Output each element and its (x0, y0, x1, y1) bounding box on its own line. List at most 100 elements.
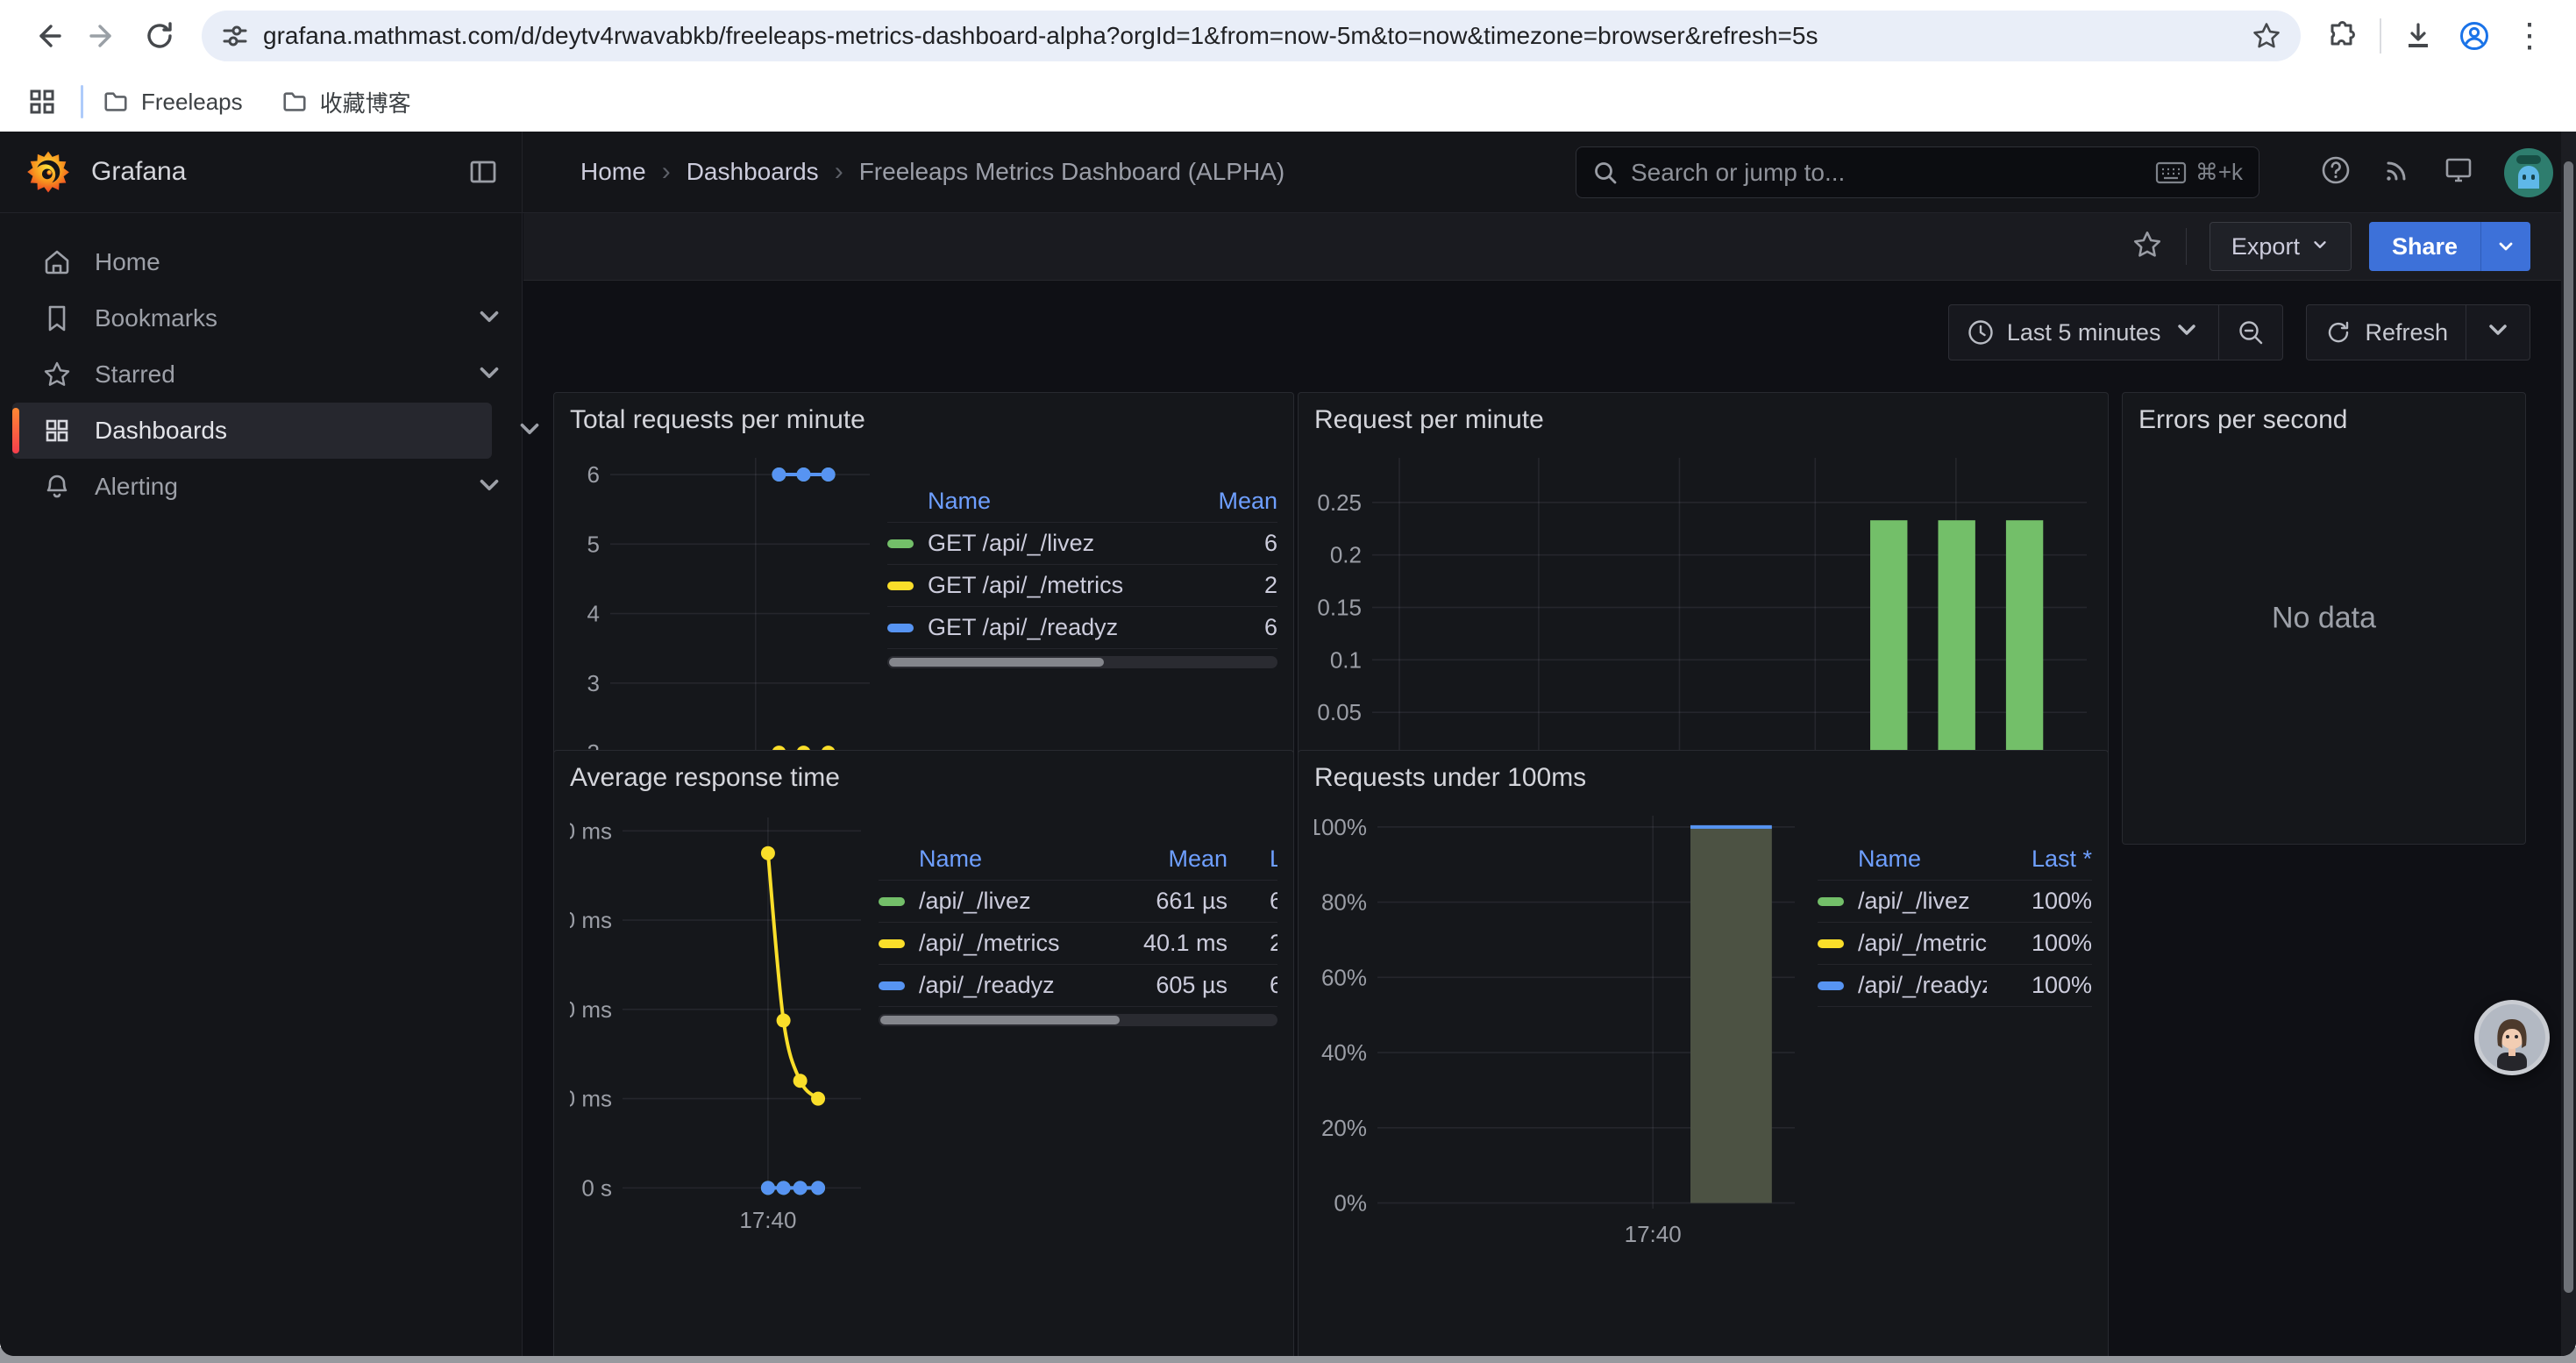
legend-scrollbar[interactable] (879, 1014, 1277, 1026)
favorite-star-icon[interactable] (2131, 229, 2163, 265)
zoom-out-button[interactable] (2218, 305, 2282, 360)
panel-errors-per-second[interactable]: Errors per second No data (2122, 392, 2526, 845)
apps-grid-icon[interactable] (23, 82, 61, 121)
breadcrumb-separator: › (662, 157, 671, 187)
panel-title[interactable]: Total requests per minute (570, 405, 1277, 446)
series-swatch (1818, 939, 1844, 948)
legend-header: Name Mean (887, 481, 1277, 523)
downloads-icon[interactable] (2399, 17, 2437, 55)
floating-assistant-avatar[interactable] (2474, 1000, 2550, 1075)
breadcrumb-home[interactable]: Home (580, 158, 646, 186)
chevron-down-icon[interactable] (474, 470, 504, 504)
series-swatch (1818, 897, 1844, 906)
legend-col-mean[interactable]: Mean (1172, 488, 1277, 515)
panel-requests-under-100ms[interactable]: Requests under 100ms 17:400%20%40%60%80%… (1298, 750, 2109, 1356)
browser-menu-icon[interactable]: ⋮ (2502, 19, 2557, 53)
svg-text:17:40: 17:40 (739, 1207, 796, 1233)
svg-text:0.15: 0.15 (1317, 595, 1362, 621)
url-text[interactable]: grafana.mathmast.com/d/deytv4rwavabkb/fr… (263, 22, 2252, 50)
toolbar-divider (2380, 18, 2381, 54)
sidebar-item-bookmarks[interactable]: Bookmarks (12, 290, 492, 346)
legend-row[interactable]: GET /api/_/livez 6 (887, 523, 1277, 565)
news-rss-icon[interactable] (2381, 154, 2413, 190)
page-scrollbar[interactable] (2561, 132, 2576, 1356)
dashboard-toolbar: Export Share (523, 213, 2576, 281)
panel-title[interactable]: Request per minute (1314, 405, 2092, 446)
user-avatar[interactable] (2504, 148, 2553, 197)
time-range-picker[interactable]: Last 5 minutes (1949, 305, 2219, 360)
svg-text:0.2: 0.2 (1330, 542, 1362, 568)
legend-row[interactable]: /api/_/livez 661 µs 646 (879, 881, 1277, 923)
legend-row[interactable]: GET /api/_/readyz 6 (887, 607, 1277, 649)
breadcrumb-separator: › (835, 157, 843, 187)
refresh-icon (2324, 318, 2352, 346)
site-settings-icon[interactable] (221, 22, 249, 50)
legend-header: Name Mean Las (879, 838, 1277, 881)
legend-row[interactable]: /api/_/metrics 40.1 ms 20.5 r (879, 923, 1277, 965)
extensions-icon[interactable] (2323, 17, 2362, 55)
address-bar[interactable]: grafana.mathmast.com/d/deytv4rwavabkb/fr… (202, 11, 2301, 61)
home-icon (42, 247, 72, 277)
chevron-down-icon[interactable] (474, 358, 504, 392)
svg-text:0.05: 0.05 (1317, 699, 1362, 725)
clock-icon (1967, 318, 1995, 346)
legend-scrollbar[interactable] (887, 656, 1277, 668)
sidebar-item-dashboards[interactable]: Dashboards (12, 403, 492, 459)
refresh-button[interactable]: Refresh (2307, 305, 2466, 360)
legend-row[interactable]: /api/_/readyz 605 µs 620 (879, 965, 1277, 1007)
bookmark-folder-freeleaps[interactable]: Freeleaps (103, 89, 243, 116)
series-swatch (879, 939, 905, 948)
scrollbar-thumb[interactable] (2564, 161, 2573, 1293)
profile-icon[interactable] (2455, 17, 2494, 55)
legend-row[interactable]: /api/_/metrics 100% (1818, 923, 2092, 965)
dock-sidebar-icon[interactable] (467, 156, 499, 188)
reload-icon[interactable] (140, 17, 179, 55)
screenshot-root: grafana.mathmast.com/d/deytv4rwavabkb/fr… (0, 0, 2576, 1363)
bookmark-star-icon[interactable] (2252, 21, 2281, 51)
sidebar-item-alerting[interactable]: Alerting (12, 459, 492, 515)
legend-col-last[interactable]: Las (1228, 846, 1277, 873)
legend-row[interactable]: /api/_/readyz 100% (1818, 965, 2092, 1007)
monitor-icon[interactable] (2443, 154, 2474, 190)
timeseries-chart[interactable]: 17:400 s20 ms40 ms60 ms80 ms (570, 803, 868, 1246)
legend-col-name[interactable]: Name (879, 846, 1096, 873)
legend-table: Name Mean Las /api/_/livez 661 µs 646 (868, 838, 1277, 1246)
topnav-actions (2320, 132, 2553, 213)
svg-text:0%: 0% (1334, 1190, 1367, 1217)
sidebar-item-starred[interactable]: Starred (12, 346, 492, 403)
legend-row[interactable]: GET /api/_/metrics 2 (887, 565, 1277, 607)
series-swatch (887, 624, 914, 632)
help-icon[interactable] (2320, 154, 2352, 190)
panel-avg-response-time[interactable]: Average response time 17:400 s20 ms40 ms… (553, 750, 1294, 1356)
search-placeholder: Search or jump to... (1631, 159, 2155, 187)
panel-title[interactable]: Errors per second (2138, 405, 2509, 446)
breadcrumb-dashboards[interactable]: Dashboards (687, 158, 819, 186)
panel-title[interactable]: Requests under 100ms (1314, 763, 2092, 803)
share-button[interactable]: Share (2369, 222, 2480, 271)
series-swatch (887, 582, 914, 590)
brand-block: Grafana (0, 132, 523, 212)
legend-row[interactable]: /api/_/livez 100% (1818, 881, 2092, 923)
back-icon[interactable] (28, 17, 67, 55)
bookmark-folder-blogs[interactable]: 收藏博客 (281, 86, 411, 118)
refresh-interval-button[interactable] (2466, 305, 2530, 360)
panel-title[interactable]: Average response time (570, 763, 1277, 803)
zoom-out-icon (2237, 318, 2265, 346)
grafana-logo-icon[interactable] (26, 150, 70, 194)
share-menu-button[interactable] (2480, 222, 2530, 271)
area-chart[interactable]: 17:400%20%40%60%80%100% (1314, 803, 1805, 1264)
chevron-down-icon[interactable] (515, 414, 544, 448)
chevron-down-icon (2173, 316, 2201, 350)
legend-col-mean[interactable]: Mean (1096, 846, 1228, 873)
legend-col-name[interactable]: Name (1818, 846, 1987, 873)
chevron-down-icon (2484, 316, 2512, 350)
svg-text:0.1: 0.1 (1330, 646, 1362, 673)
search-input[interactable]: Search or jump to... ⌘+k (1576, 146, 2259, 198)
export-button[interactable]: Export (2210, 222, 2352, 271)
bookmark-label: Freeleaps (141, 89, 243, 116)
chevron-down-icon[interactable] (474, 302, 504, 336)
sidebar-item-home[interactable]: Home (12, 234, 492, 290)
forward-icon[interactable] (84, 17, 123, 55)
legend-col-last[interactable]: Last * (1987, 846, 2092, 873)
legend-col-name[interactable]: Name (887, 488, 1172, 515)
